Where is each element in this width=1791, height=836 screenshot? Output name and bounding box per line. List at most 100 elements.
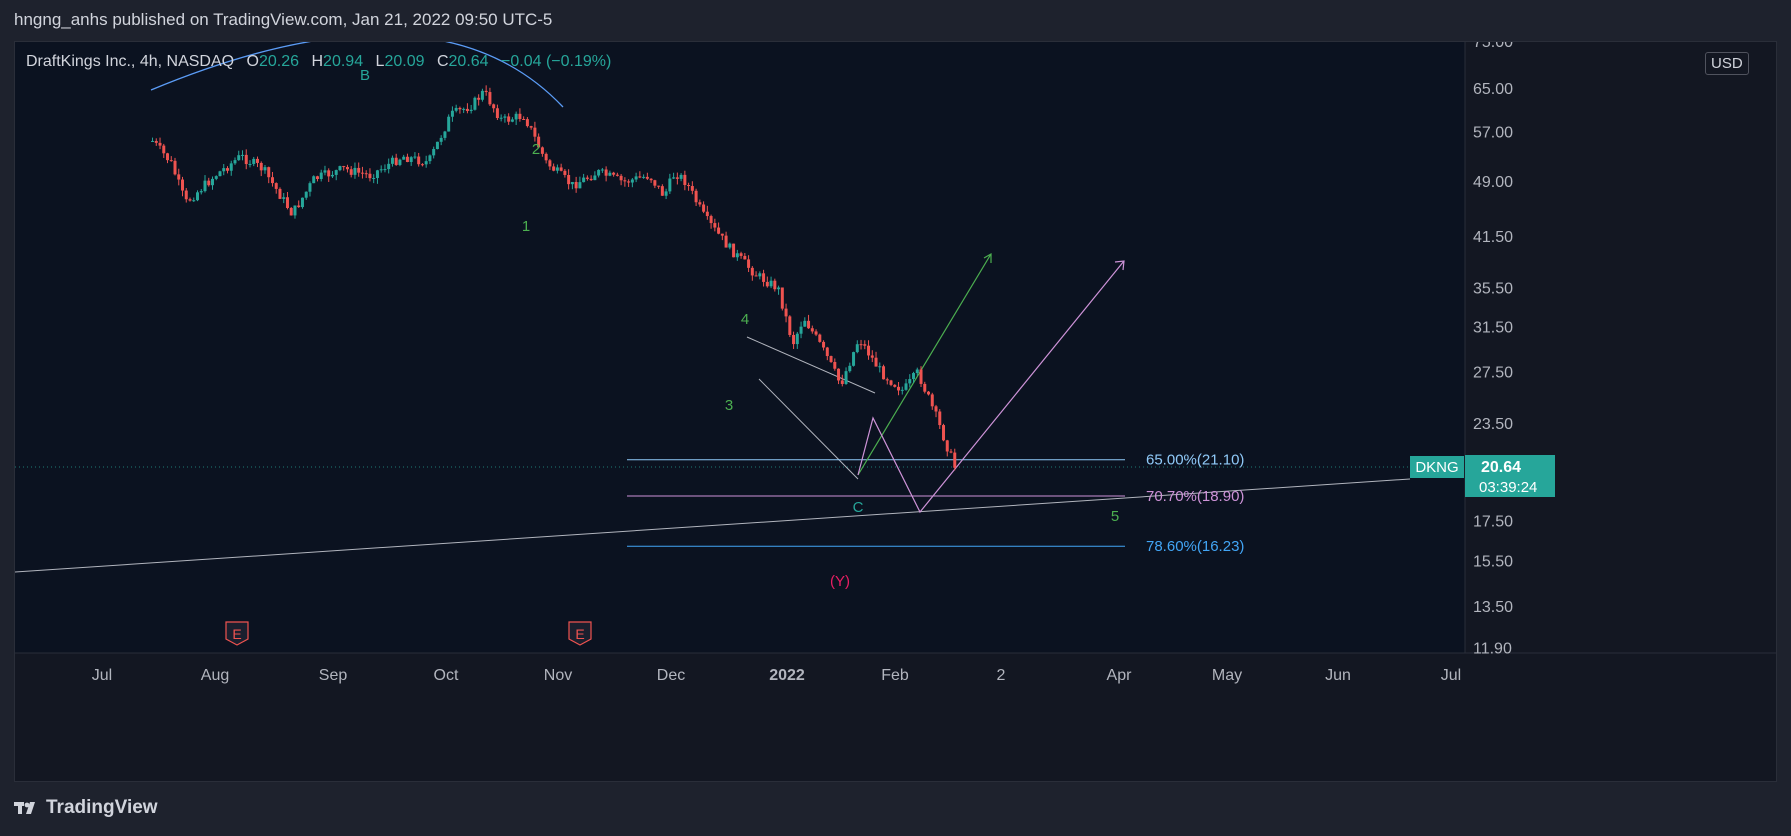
candle-body bbox=[552, 166, 556, 171]
candle-body bbox=[762, 273, 766, 282]
candle-body bbox=[196, 192, 200, 201]
candle-body bbox=[657, 185, 661, 187]
time-tick-label: Sep bbox=[319, 667, 348, 684]
candle-body bbox=[777, 287, 781, 290]
candle-body bbox=[863, 344, 867, 346]
candle-body bbox=[454, 107, 458, 111]
candle-body bbox=[900, 389, 904, 391]
candle-body bbox=[559, 167, 563, 171]
candle-body bbox=[837, 368, 841, 381]
price-tick-label: 57.00 bbox=[1473, 124, 1513, 141]
candle-body bbox=[597, 169, 601, 176]
candle-body bbox=[675, 177, 679, 179]
candle-body bbox=[357, 167, 361, 173]
candle-body bbox=[214, 176, 218, 179]
time-tick-label: Dec bbox=[657, 667, 685, 684]
candle-body bbox=[792, 334, 796, 345]
candle-body bbox=[893, 384, 897, 387]
candle-body bbox=[852, 352, 856, 366]
candle-body bbox=[739, 253, 743, 256]
candle-body bbox=[177, 174, 181, 180]
candle-body bbox=[589, 178, 593, 181]
ohlc-legend: DraftKings Inc., 4h, NASDAQ O20.26 H20.9… bbox=[26, 53, 611, 71]
candle-body bbox=[274, 183, 278, 189]
candle-body bbox=[889, 380, 893, 385]
candle-body bbox=[698, 202, 702, 205]
candle-body bbox=[942, 425, 946, 441]
candle-body bbox=[634, 176, 638, 180]
candle-body bbox=[428, 155, 432, 162]
candle-body bbox=[293, 205, 297, 216]
candle-body bbox=[668, 178, 672, 192]
candle-body bbox=[653, 180, 657, 186]
candle-body bbox=[912, 373, 916, 380]
candle-body bbox=[465, 108, 469, 112]
candle-body bbox=[927, 391, 931, 395]
candle-body bbox=[930, 394, 934, 407]
time-tick-label: 2022 bbox=[769, 667, 805, 684]
close-value: 20.64 bbox=[448, 53, 489, 70]
ticker-tag-label: DKNG bbox=[1415, 459, 1458, 476]
currency-button[interactable]: USD bbox=[1705, 52, 1749, 75]
candle-body bbox=[255, 158, 259, 163]
chart-area[interactable]: 65.00%(21.10) 70.70%(18.90) 78.60%(16.23) B… bbox=[14, 41, 1777, 782]
price-chart[interactable]: 65.00%(21.10)70.70%(18.90)78.60%(16.23)B… bbox=[15, 42, 1777, 782]
wave-label: 3 bbox=[725, 397, 733, 414]
candle-body bbox=[398, 159, 402, 165]
candle-body bbox=[349, 169, 353, 175]
time-tick-label: May bbox=[1212, 667, 1242, 684]
candle-body bbox=[424, 161, 428, 165]
footer-brand[interactable]: TradingView bbox=[14, 797, 158, 819]
candle-body bbox=[383, 169, 387, 171]
candle-body bbox=[267, 167, 271, 178]
candle-body bbox=[732, 243, 736, 258]
candle-body bbox=[709, 216, 713, 224]
candle-body bbox=[645, 176, 649, 179]
candle-body bbox=[162, 145, 166, 154]
candle-body bbox=[818, 334, 822, 342]
candle-body bbox=[319, 172, 323, 179]
candle-body bbox=[795, 333, 799, 345]
candle-body bbox=[312, 176, 316, 184]
candle-body bbox=[915, 369, 919, 374]
footer-brand-label: TradingView bbox=[46, 797, 158, 818]
candle-body bbox=[342, 166, 346, 168]
candle-body bbox=[270, 177, 274, 184]
candle-body bbox=[218, 171, 222, 177]
candle-body bbox=[788, 316, 792, 335]
candle-body bbox=[867, 345, 871, 356]
candle-body bbox=[495, 108, 499, 119]
candle-body bbox=[833, 361, 837, 369]
close-key: C bbox=[436, 53, 449, 70]
candle-body bbox=[720, 233, 724, 236]
symbol-title[interactable]: DraftKings Inc., 4h, NASDAQ bbox=[26, 53, 234, 70]
candle-body bbox=[544, 153, 548, 161]
candle-body bbox=[897, 386, 901, 391]
price-tick-label: 49.00 bbox=[1473, 174, 1513, 191]
candle-body bbox=[747, 259, 751, 268]
candle-body bbox=[473, 97, 477, 110]
candle-body bbox=[375, 170, 379, 178]
candle-body bbox=[687, 185, 691, 187]
candle-body bbox=[563, 170, 567, 175]
candle-body bbox=[405, 156, 409, 162]
candle-body bbox=[627, 181, 631, 183]
candle-body bbox=[225, 168, 229, 171]
candle-body bbox=[203, 180, 207, 192]
fib-level-label: 78.60%(16.23) bbox=[1146, 538, 1244, 555]
candle-body bbox=[604, 169, 608, 176]
candle-body bbox=[360, 172, 364, 174]
fib-level-label: 70.70%(18.90) bbox=[1146, 488, 1244, 505]
candle-body bbox=[570, 181, 574, 185]
wave-label: 5 bbox=[1111, 508, 1119, 525]
candle-body bbox=[484, 90, 488, 93]
time-tick-label: Jul bbox=[1441, 667, 1461, 684]
open-value: 20.26 bbox=[258, 53, 300, 70]
change-value: −0.04 (−0.19%) bbox=[501, 53, 612, 70]
candle-body bbox=[934, 406, 938, 412]
candle-body bbox=[840, 380, 844, 384]
fib-level-label: 65.00%(21.10) bbox=[1146, 452, 1244, 469]
candle-body bbox=[443, 131, 447, 138]
candle-body bbox=[582, 177, 586, 183]
candle-body bbox=[593, 175, 597, 181]
